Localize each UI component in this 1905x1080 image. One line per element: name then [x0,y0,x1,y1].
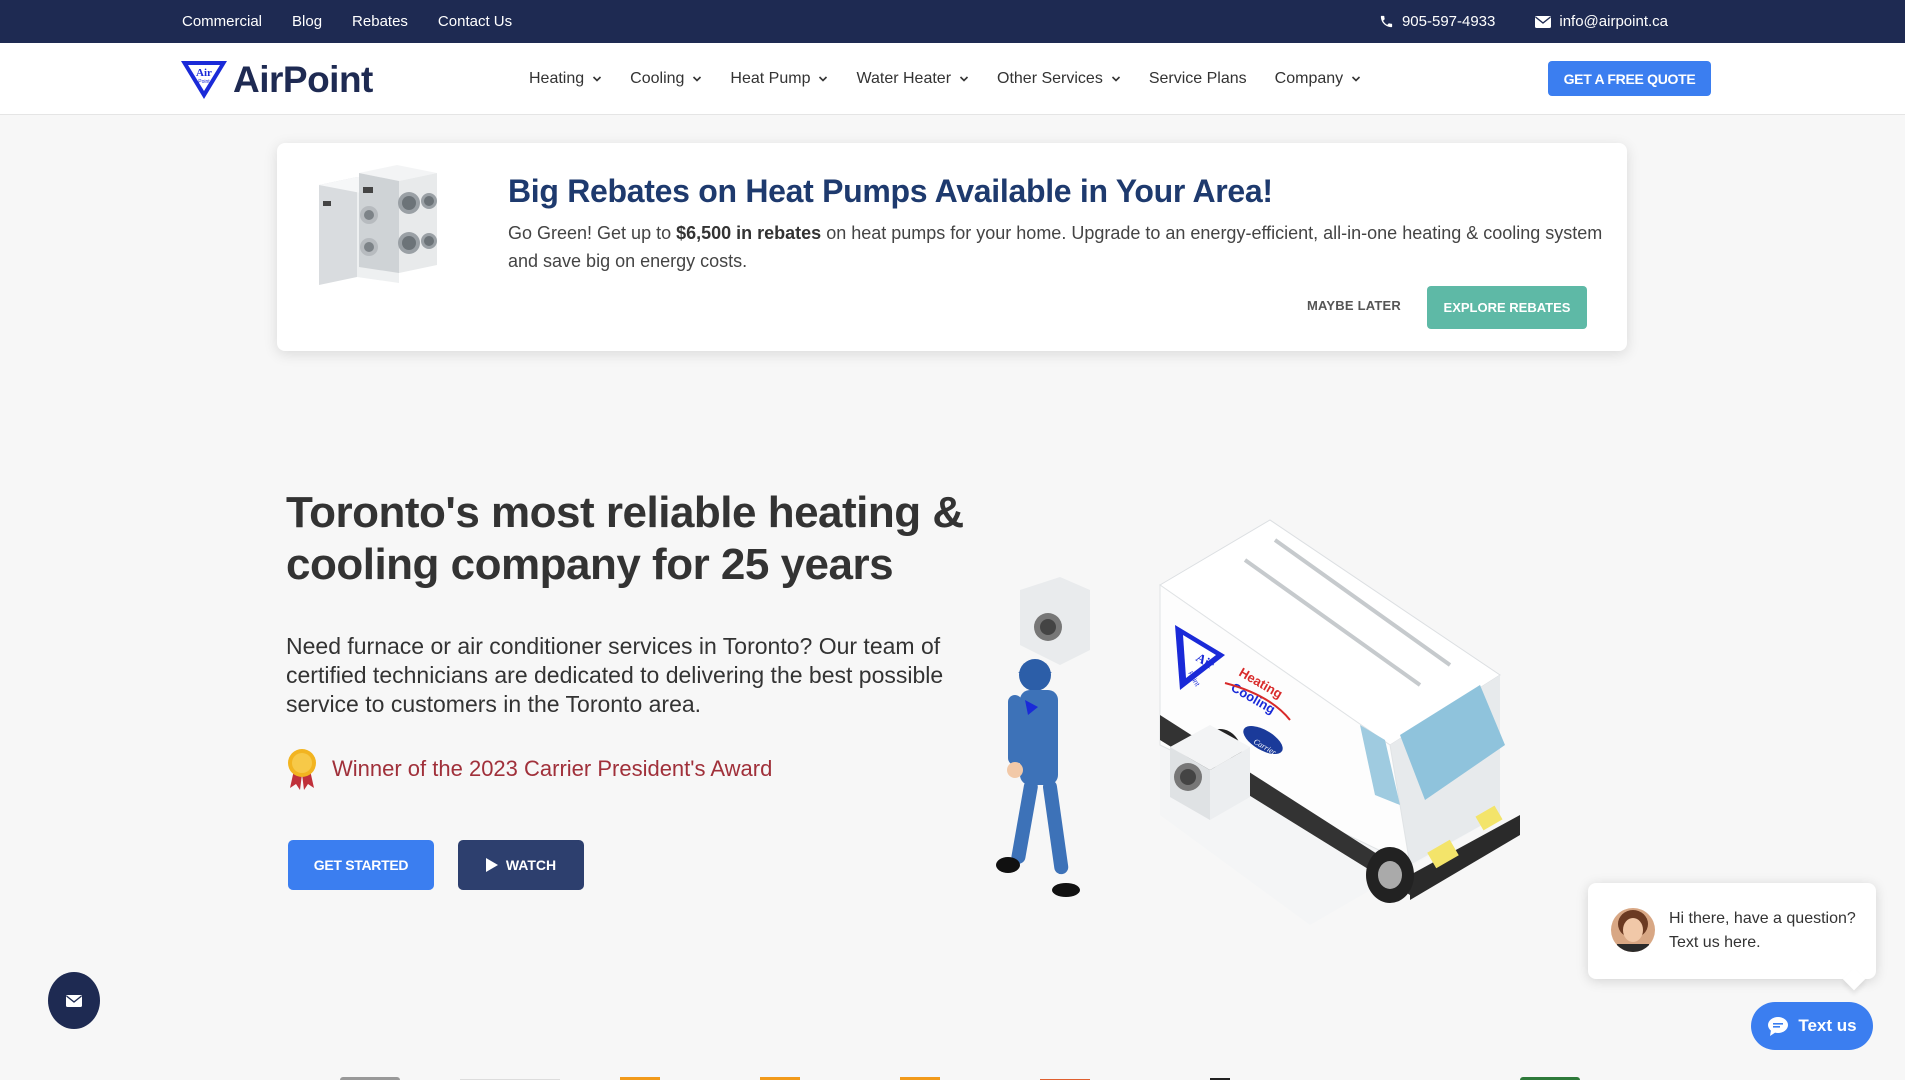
banner-title: Big Rebates on Heat Pumps Available in Y… [508,173,1273,209]
chat-bubble-tail [1842,967,1866,991]
top-link-contact-us[interactable]: Contact Us [438,13,512,30]
menu-company-label: Company [1274,70,1344,87]
hero-title: Toronto's most reliable heating & coolin… [286,488,964,589]
chat-message: Hi there, have a question? Text us here. [1669,910,1856,951]
text-us-label: Text us [1798,1016,1857,1035]
top-bar: Commercial Blog Rebates Contact Us 905-5… [0,0,1905,43]
menu-company[interactable]: Company [1275,70,1361,88]
phone-icon [1379,14,1394,29]
chat-bubble-icon [1768,1017,1789,1036]
menu-service-plans[interactable]: Service Plans [1149,70,1247,88]
play-icon [485,858,498,872]
agent-avatar [1611,908,1655,952]
svg-text:Air: Air [196,67,212,79]
menu-heat-pump-label: Heat Pump [730,70,811,87]
award-badge: Winner of the 2023 Carrier President's A… [286,748,772,790]
maybe-later-button[interactable]: MAYBE LATER [1307,298,1401,313]
banner-text-bold: $6,500 in rebates [676,223,822,243]
menu-water-heater-label: Water Heater [856,70,952,87]
menu-heating-label: Heating [529,70,585,87]
top-link-commercial[interactable]: Commercial [182,13,262,30]
banner-text-start: Go Green! Get up to [508,223,677,243]
email-address: info@airpoint.ca [1559,13,1668,30]
logo-triangle-icon: Air Point [181,61,227,99]
phone-number: 905-597-4933 [1401,13,1496,30]
email-link[interactable]: info@airpoint.ca [1535,13,1668,30]
get-started-button[interactable]: GET STARTED [288,840,434,890]
award-medal-icon [288,749,316,790]
explore-rebates-button[interactable]: EXPLORE REBATES [1427,286,1587,329]
text-us-button[interactable]: Text us [1751,1002,1873,1050]
chevron-down-icon [693,76,702,82]
menu-other-services-label: Other Services [997,70,1103,87]
get-free-quote-button[interactable]: GET A FREE QUOTE [1548,61,1711,96]
banner-text: Go Green! Get up to $6,500 in rebates on… [508,219,1608,275]
menu-heat-pump[interactable]: Heat Pump [730,70,828,88]
email-fab-button[interactable] [48,972,100,1029]
heat-pump-unit-image [319,165,437,285]
menu-cooling[interactable]: Cooling [630,70,702,88]
chevron-down-icon [959,76,969,82]
menu-water-heater[interactable]: Water Heater [856,70,969,88]
logo-text: AirPoint [233,59,373,100]
chat-prompt[interactable]: Hi there, have a question? Text us here. [1588,883,1876,991]
watch-button[interactable]: WATCH [458,840,584,890]
phone-link[interactable]: 905-597-4933 [1379,13,1495,30]
logo[interactable]: Air Point AirPoint [181,59,373,101]
envelope-icon [66,994,82,1007]
envelope-icon [1535,15,1552,28]
menu-heating[interactable]: Heating [529,70,602,88]
menu-cooling-label: Cooling [630,70,685,87]
menu-service-plans-label: Service Plans [1148,70,1247,87]
chevron-down-icon [1352,76,1361,82]
top-link-blog[interactable]: Blog [292,13,322,30]
main-nav: Air Point AirPoint Heating Cooling Heat … [0,43,1905,115]
hero-description: Need furnace or air conditioner services… [286,633,944,717]
award-text: Winner of the 2023 Carrier President's A… [332,756,773,781]
chevron-down-icon [593,76,602,82]
partner-logos-strip [280,1070,1630,1080]
menu-other-services[interactable]: Other Services [997,70,1121,88]
technician-van-illustration: Air Point Heating Cooling Carrier [996,519,1520,925]
top-contact: 905-597-4933 info@airpoint.ca [1379,0,1668,43]
main-menu: Heating Cooling Heat Pump Water Heater O… [529,43,1361,115]
top-link-rebates[interactable]: Rebates [352,13,408,30]
rebate-banner: Big Rebates on Heat Pumps Available in Y… [277,143,1627,351]
top-links: Commercial Blog Rebates Contact Us [182,0,512,43]
watch-label: WATCH [505,857,557,873]
svg-text:Point: Point [198,79,210,85]
chevron-down-icon [1111,76,1120,82]
chevron-down-icon [819,76,828,82]
